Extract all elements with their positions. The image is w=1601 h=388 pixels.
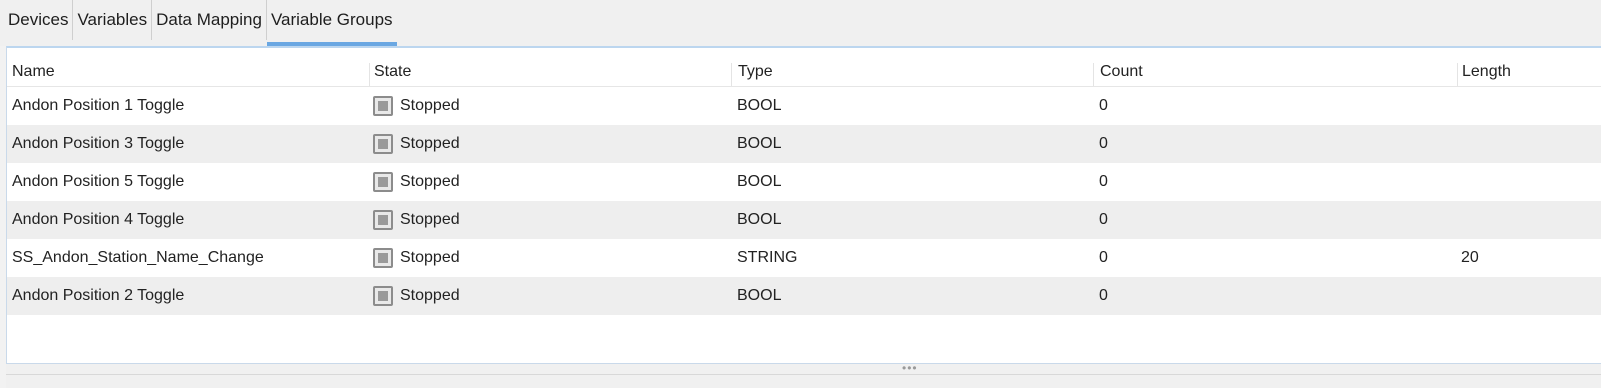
splitter[interactable] bbox=[6, 374, 1601, 375]
cell-count: 0 bbox=[1099, 211, 1108, 228]
column-header-state[interactable]: State bbox=[369, 63, 731, 86]
state-label: Stopped bbox=[400, 173, 460, 190]
cell-count: 0 bbox=[1099, 97, 1108, 114]
column-header-length[interactable]: Length bbox=[1457, 63, 1601, 86]
stopped-icon bbox=[373, 210, 393, 230]
table-row[interactable]: Andon Position 2 Toggle Stopped BOOL 0 bbox=[7, 277, 1601, 315]
tab-variables[interactable]: Variables bbox=[73, 0, 153, 40]
tab-bar: Devices Variables Data Mapping Variable … bbox=[0, 0, 1601, 46]
cell-state: Stopped bbox=[369, 210, 731, 230]
cell-count: 0 bbox=[1099, 135, 1108, 152]
table-row[interactable]: Andon Position 1 Toggle Stopped BOOL 0 bbox=[7, 87, 1601, 125]
cell-state: Stopped bbox=[369, 172, 731, 192]
cell-state: Stopped bbox=[369, 248, 731, 268]
tab-variable-groups[interactable]: Variable Groups bbox=[266, 0, 397, 46]
column-header-name[interactable]: Name bbox=[7, 63, 369, 86]
stopped-icon bbox=[373, 248, 393, 268]
table-row[interactable]: Andon Position 3 Toggle Stopped BOOL 0 bbox=[7, 125, 1601, 163]
cell-type: BOOL bbox=[737, 97, 782, 114]
tab-devices[interactable]: Devices bbox=[0, 0, 74, 40]
variable-groups-table: Name State Type Count Length Andon Posit… bbox=[7, 48, 1601, 315]
cell-type: BOOL bbox=[737, 287, 782, 304]
cell-name: Andon Position 5 Toggle bbox=[12, 173, 185, 190]
cell-count: 0 bbox=[1099, 249, 1108, 266]
cell-state: Stopped bbox=[369, 286, 731, 306]
cell-type: BOOL bbox=[737, 135, 782, 152]
cell-type: BOOL bbox=[737, 173, 782, 190]
bottom-pane: ••• bbox=[6, 362, 1601, 388]
stopped-icon bbox=[373, 134, 393, 154]
state-label: Stopped bbox=[400, 97, 460, 114]
column-header-type[interactable]: Type bbox=[731, 63, 1093, 86]
cell-count: 0 bbox=[1099, 287, 1108, 304]
variable-groups-panel: Name State Type Count Length Andon Posit… bbox=[6, 46, 1601, 364]
table-row[interactable]: SS_Andon_Station_Name_Change Stopped STR… bbox=[7, 239, 1601, 277]
cell-type: BOOL bbox=[737, 211, 782, 228]
table-header: Name State Type Count Length bbox=[7, 48, 1601, 87]
splitter-grip-icon[interactable]: ••• bbox=[902, 362, 918, 374]
state-label: Stopped bbox=[400, 135, 460, 152]
cell-name: Andon Position 1 Toggle bbox=[12, 97, 185, 114]
cell-name: Andon Position 4 Toggle bbox=[12, 211, 185, 228]
cell-name: Andon Position 3 Toggle bbox=[12, 135, 185, 152]
stopped-icon bbox=[373, 286, 393, 306]
column-header-count[interactable]: Count bbox=[1093, 63, 1457, 86]
cell-count: 0 bbox=[1099, 173, 1108, 190]
table-row[interactable]: Andon Position 4 Toggle Stopped BOOL 0 bbox=[7, 201, 1601, 239]
cell-state: Stopped bbox=[369, 96, 731, 116]
state-label: Stopped bbox=[400, 287, 460, 304]
stopped-icon bbox=[373, 172, 393, 192]
cell-type: STRING bbox=[737, 249, 798, 266]
stopped-icon bbox=[373, 96, 393, 116]
cell-name: SS_Andon_Station_Name_Change bbox=[12, 249, 264, 266]
cell-length: 20 bbox=[1461, 249, 1479, 266]
tab-data-mapping[interactable]: Data Mapping bbox=[152, 0, 267, 40]
state-label: Stopped bbox=[400, 249, 460, 266]
cell-state: Stopped bbox=[369, 134, 731, 154]
state-label: Stopped bbox=[400, 211, 460, 228]
cell-name: Andon Position 2 Toggle bbox=[12, 287, 185, 304]
table-row[interactable]: Andon Position 5 Toggle Stopped BOOL 0 bbox=[7, 163, 1601, 201]
